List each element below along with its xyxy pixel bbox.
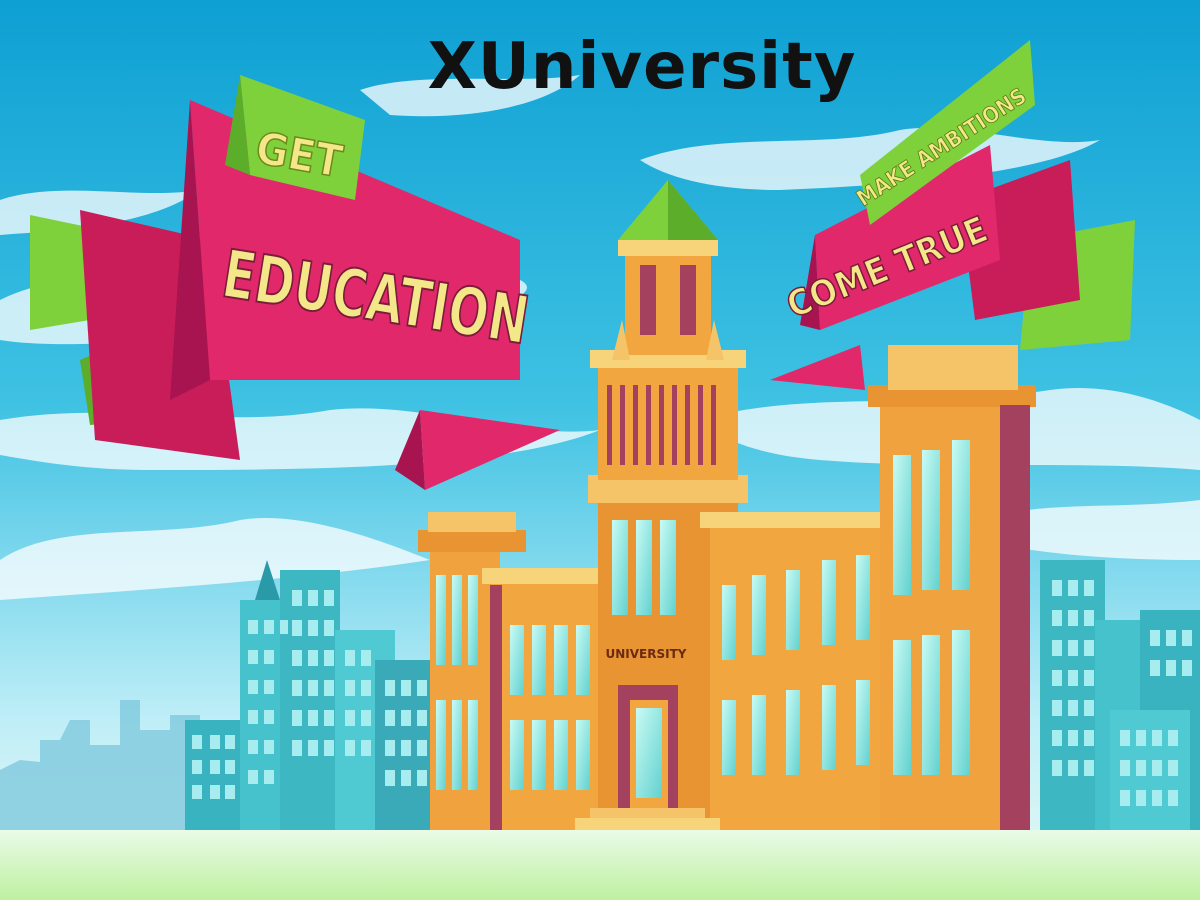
hero-illustration: UNIVERSITY GET EDUCATION MAKE AMBITIONS … bbox=[0, 0, 1200, 900]
ground bbox=[0, 830, 1200, 900]
site-title: XUniversity bbox=[427, 30, 857, 104]
university-sign-text: UNIVERSITY bbox=[606, 647, 687, 661]
